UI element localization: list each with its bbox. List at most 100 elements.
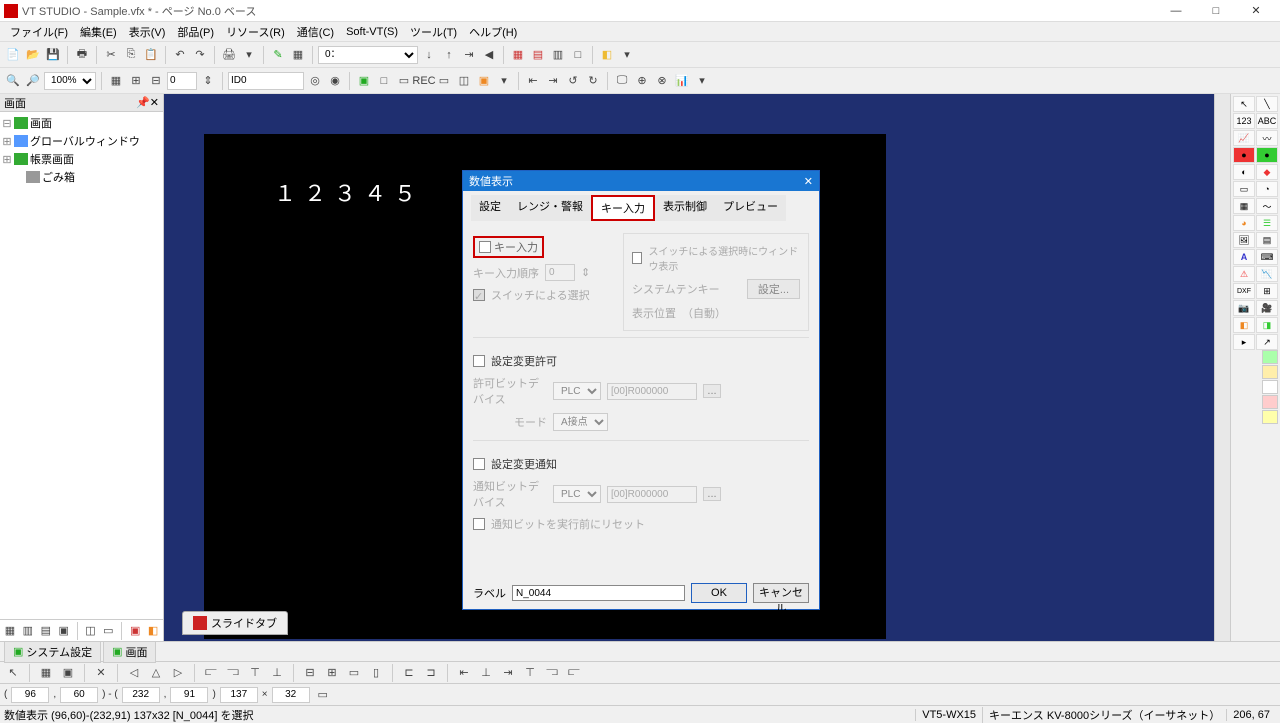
al5-icon[interactable]: ◁ [125,664,143,682]
al13-icon[interactable]: ⊞ [323,664,341,682]
mp2-icon[interactable] [1262,365,1278,379]
rp-cursor-icon[interactable]: ↖ [1233,96,1255,112]
rp-c2-icon[interactable]: ◨ [1256,317,1278,333]
menu-parts[interactable]: 部品(P) [171,22,220,42]
paste-icon[interactable]: 📋 [142,46,160,64]
rp-pie-icon[interactable]: ◕ [1233,215,1255,231]
al9-icon[interactable]: ⫎ [224,664,242,682]
zoom-out-icon[interactable]: 🔎 [24,72,42,90]
st8-icon[interactable]: ◧ [145,622,161,640]
tab-range[interactable]: レンジ・警報 [509,195,591,221]
rp-lamp2-icon[interactable]: ● [1256,147,1278,163]
y1-input[interactable] [60,687,98,703]
grid-icon[interactable]: ▦ [107,72,125,90]
rp-dxf-icon[interactable]: DXF [1233,283,1255,299]
menu-help[interactable]: ヘルプ(H) [463,22,523,42]
coord-apply-icon[interactable]: ▭ [314,686,332,704]
menu-softvt[interactable]: Soft-VT(S) [340,24,404,40]
rp-lamp1-icon[interactable]: ● [1233,147,1255,163]
y2-input[interactable] [170,687,208,703]
cancel-button[interactable]: キャンセル [753,583,809,603]
st7-icon[interactable]: ▣ [127,622,143,640]
slide-tab[interactable]: スライドタブ [182,611,288,635]
change-allow-checkbox[interactable] [473,355,485,367]
w5-icon[interactable]: ◫ [455,72,473,90]
copy-icon[interactable]: ⎘ [122,46,140,64]
mp4-icon[interactable] [1262,395,1278,409]
edit-icon[interactable]: ✎ [269,46,287,64]
chart-icon[interactable]: 📊 [673,72,691,90]
t1-icon[interactable]: ▦ [509,46,527,64]
t2-icon[interactable]: ▤ [529,46,547,64]
al19-icon[interactable]: ⊥ [477,664,495,682]
rp-line-icon[interactable]: ╲ [1256,96,1278,112]
print-icon[interactable]: 🖶 [73,46,91,64]
al20-icon[interactable]: ⇥ [499,664,517,682]
al1-icon[interactable]: ↖ [4,664,22,682]
st4-icon[interactable]: ▣ [56,622,72,640]
rp-abc-icon[interactable]: ABC [1256,113,1278,129]
new-icon[interactable]: 📄 [4,46,22,64]
tree-item-global[interactable]: ⊞ グローバルウィンドウ [2,132,161,150]
mp1-icon[interactable] [1262,350,1278,364]
menu-tool[interactable]: ツール(T) [404,22,463,42]
cut-icon[interactable]: ✂ [102,46,120,64]
tree-item-trash[interactable]: ごみ箱 [2,168,161,186]
redo-icon[interactable]: ↷ [191,46,209,64]
tab-preview[interactable]: プレビュー [715,195,786,221]
ruler-icon[interactable]: ⊟ [147,72,165,90]
undo-icon[interactable]: ↶ [171,46,189,64]
mp3-icon[interactable] [1262,380,1278,394]
c1-icon[interactable]: ⇤ [524,72,542,90]
zoom-combo[interactable]: 100% [44,72,96,90]
rp-wave-icon[interactable]: 〰 [1256,130,1278,146]
rp-c3-icon[interactable]: ▸ [1233,334,1255,350]
more-icon[interactable]: ▾ [693,72,711,90]
rp-meter-icon[interactable]: ◔ [1256,181,1278,197]
st3-icon[interactable]: ▤ [38,622,54,640]
close-button[interactable]: ✕ [1236,1,1276,21]
c4-icon[interactable]: ↻ [584,72,602,90]
replace-icon[interactable]: ◉ [326,72,344,90]
st1-icon[interactable]: ▦ [2,622,18,640]
rp-rect-icon[interactable]: ▭ [1233,181,1255,197]
rp-vid-icon[interactable]: 🎥 [1256,300,1278,316]
tree-item-screen[interactable]: ⊟ 画面 [2,114,161,132]
rp-img-icon[interactable]: 🖼 [1233,232,1255,248]
rp-c4-icon[interactable]: ↗ [1256,334,1278,350]
key-input-checkbox[interactable] [479,241,491,253]
al16-icon[interactable]: ⊏ [400,664,418,682]
menu-comm[interactable]: 通信(C) [291,22,340,42]
h-input[interactable] [272,687,310,703]
al22-icon[interactable]: ⫎ [543,664,561,682]
al3-icon[interactable]: ▣ [59,664,77,682]
maximize-button[interactable]: □ [1196,1,1236,21]
rp-text-icon[interactable]: 123 [1233,113,1255,129]
c2-icon[interactable]: ⇥ [544,72,562,90]
menu-file[interactable]: ファイル(F) [4,22,74,42]
al10-icon[interactable]: ⊤ [246,664,264,682]
al17-icon[interactable]: ⊐ [422,664,440,682]
sidebar-pin-icon[interactable]: 📌 [136,96,150,109]
open-icon[interactable]: 📂 [24,46,42,64]
rec-icon[interactable]: REC [415,72,433,90]
id-field[interactable] [228,72,304,90]
save-icon[interactable]: 💾 [44,46,62,64]
scrollbar-v[interactable] [1214,94,1230,641]
arrow-down-icon[interactable]: ↓ [420,46,438,64]
al7-icon[interactable]: ▷ [169,664,187,682]
al2-icon[interactable]: ▦ [37,664,55,682]
goto-icon[interactable]: ⇥ [460,46,478,64]
al15-icon[interactable]: ▯ [367,664,385,682]
t3-icon[interactable]: ▥ [549,46,567,64]
w7-icon[interactable]: ▾ [495,72,513,90]
al4-icon[interactable]: ✕ [92,664,110,682]
dialog-close-icon[interactable]: ✕ [804,175,813,188]
st2-icon[interactable]: ▥ [20,622,36,640]
ok-button[interactable]: OK [691,583,747,603]
al21-icon[interactable]: ⊤ [521,664,539,682]
arrow-up-icon[interactable]: ↑ [440,46,458,64]
st6-icon[interactable]: ▭ [100,622,116,640]
c3-icon[interactable]: ↺ [564,72,582,90]
label-input[interactable] [512,585,685,601]
